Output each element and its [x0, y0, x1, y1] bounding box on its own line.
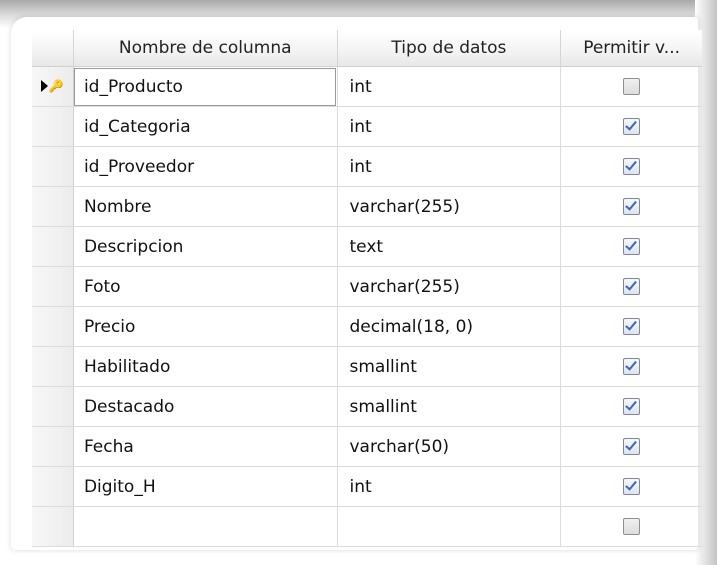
column-name-cell[interactable]: Fecha [73, 426, 338, 467]
data-type-cell[interactable]: smallint [337, 346, 562, 387]
data-type-cell[interactable]: int [337, 106, 562, 147]
column-name-cell[interactable] [73, 506, 338, 547]
allow-nulls-checkbox[interactable] [623, 158, 641, 175]
row-selector[interactable]: 🔑 [32, 66, 74, 107]
row-selector[interactable] [32, 346, 74, 387]
column-name-cell[interactable]: Digito_H [73, 466, 338, 507]
row-selector[interactable] [32, 146, 74, 187]
allow-nulls-checkbox[interactable] [623, 478, 641, 495]
table-row[interactable]: Digito_H int [32, 466, 702, 507]
column-header-allow-nulls[interactable]: Permitir v... [560, 30, 702, 67]
allow-nulls-checkbox[interactable] [623, 78, 641, 95]
allow-nulls-cell [560, 146, 702, 187]
table-row[interactable]: Foto varchar(255) [32, 266, 702, 307]
grid-header-row: Nombre de columna Tipo de datos Permitir… [32, 30, 702, 67]
data-type-cell[interactable]: int [337, 66, 562, 107]
column-name-cell[interactable]: id_Categoria [73, 106, 338, 147]
row-selector[interactable] [32, 186, 74, 227]
allow-nulls-cell [560, 226, 702, 267]
allow-nulls-cell [560, 186, 702, 227]
data-type-cell[interactable]: varchar(255) [337, 266, 562, 307]
allow-nulls-checkbox[interactable] [623, 518, 641, 535]
column-name-cell[interactable]: Habilitado [73, 346, 338, 387]
allow-nulls-cell [560, 106, 702, 147]
allow-nulls-checkbox[interactable] [623, 118, 641, 135]
allow-nulls-checkbox[interactable] [623, 278, 641, 295]
data-type-cell[interactable]: int [337, 466, 562, 507]
table-row[interactable]: Descripcion text [32, 226, 702, 267]
allow-nulls-cell [560, 466, 702, 507]
data-type-cell[interactable]: decimal(18, 0) [337, 306, 562, 347]
allow-nulls-cell [560, 426, 702, 467]
primary-key-icon: 🔑 [48, 78, 64, 93]
column-name-cell[interactable]: Precio [73, 306, 338, 347]
allow-nulls-checkbox[interactable] [623, 238, 641, 255]
row-selector[interactable] [32, 386, 74, 427]
row-selector[interactable] [32, 506, 74, 547]
allow-nulls-cell [560, 66, 702, 107]
data-type-cell[interactable]: varchar(255) [337, 186, 562, 227]
table-row[interactable]: Destacado smallint [32, 386, 702, 427]
row-selector[interactable] [32, 466, 74, 507]
allow-nulls-checkbox[interactable] [623, 318, 641, 335]
row-pointer-icon [41, 79, 49, 92]
table-row[interactable]: id_Proveedor int [32, 146, 702, 187]
column-header-name[interactable]: Nombre de columna [73, 30, 338, 67]
column-name-cell[interactable]: id_Proveedor [73, 146, 338, 187]
table-row[interactable]: Fecha varchar(50) [32, 426, 702, 467]
row-indicator: 🔑 [41, 78, 64, 93]
grid-corner-header[interactable] [32, 30, 74, 67]
allow-nulls-cell [560, 386, 702, 427]
allow-nulls-checkbox[interactable] [623, 398, 641, 415]
allow-nulls-checkbox[interactable] [623, 198, 641, 215]
column-name-cell[interactable]: Nombre [73, 186, 338, 227]
allow-nulls-cell [560, 346, 702, 387]
data-type-cell[interactable]: text [337, 226, 562, 267]
column-designer-grid: Nombre de columna Tipo de datos Permitir… [32, 30, 702, 547]
row-selector[interactable] [32, 106, 74, 147]
allow-nulls-cell [560, 506, 702, 547]
row-selector[interactable] [32, 266, 74, 307]
row-selector[interactable] [32, 306, 74, 347]
table-row[interactable]: id_Categoria int [32, 106, 702, 147]
column-name-cell[interactable]: Descripcion [73, 226, 338, 267]
data-type-cell[interactable]: varchar(50) [337, 426, 562, 467]
row-selector[interactable] [32, 426, 74, 467]
row-selector[interactable] [32, 226, 74, 267]
allow-nulls-checkbox[interactable] [623, 358, 641, 375]
table-row[interactable]: Nombre varchar(255) [32, 186, 702, 227]
column-name-cell[interactable]: Destacado [73, 386, 338, 427]
data-type-cell[interactable]: int [337, 146, 562, 187]
column-name-cell[interactable]: id_Producto [73, 66, 338, 107]
table-row[interactable]: 🔑 id_Producto int [32, 66, 702, 107]
table-row[interactable]: Habilitado smallint [32, 346, 702, 387]
column-name-cell[interactable]: Foto [73, 266, 338, 307]
allow-nulls-cell [560, 306, 702, 347]
table-row[interactable]: Precio decimal(18, 0) [32, 306, 702, 347]
column-header-type[interactable]: Tipo de datos [337, 30, 562, 67]
table-row[interactable] [32, 506, 702, 547]
data-type-cell[interactable] [337, 506, 562, 547]
allow-nulls-cell [560, 266, 702, 307]
data-type-cell[interactable]: smallint [337, 386, 562, 427]
allow-nulls-checkbox[interactable] [623, 438, 641, 455]
